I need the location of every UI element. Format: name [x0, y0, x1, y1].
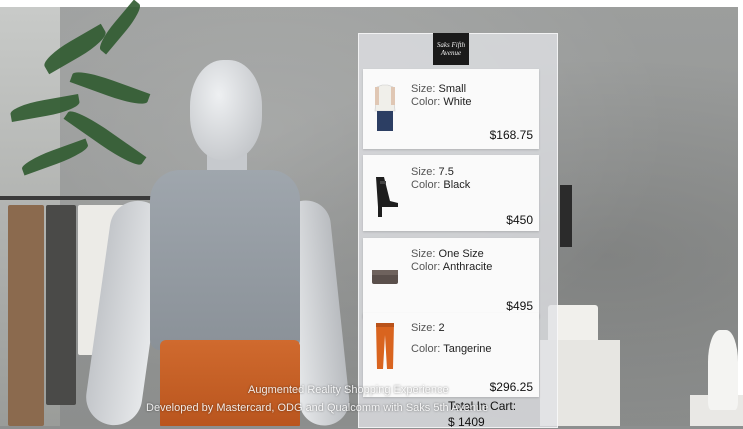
top-border [0, 0, 743, 7]
cart-item-1[interactable]: Size: Small Color: White $168.75 [363, 69, 539, 149]
caption-line-1: Augmented Reality Shopping Experience [248, 384, 449, 396]
saks-logo: Saks Fifth Avenue [433, 33, 469, 65]
cart-item-1-price: $168.75 [489, 128, 533, 142]
cart-item-2[interactable]: Size: 7.5 Color: Black $450 [363, 155, 539, 231]
white-blouse-icon [374, 84, 396, 131]
hanging-dark-garment [46, 205, 76, 405]
black-sandal-icon [376, 177, 398, 217]
right-border [738, 0, 743, 426]
cat-figurine [708, 330, 738, 410]
cart-item-2-price: $450 [506, 213, 533, 227]
gray-blouse [150, 170, 300, 350]
cart-item-3-price: $495 [506, 299, 533, 313]
wall-panel [560, 185, 572, 247]
cart-item-3-size: Size: One Size [411, 248, 484, 260]
mannequin-head [190, 60, 262, 160]
caption-line-2: Developed by Mastercard, ODG and Qualcom… [146, 402, 489, 414]
cart-item-3[interactable]: Size: One Size Color: Anthracite $495 [363, 238, 539, 318]
cart-total-value: $ 1409 [448, 415, 485, 429]
hanging-pants [8, 205, 44, 426]
clutch-bag-icon [372, 270, 398, 284]
cart-item-2-size: Size: 7.5 [411, 166, 454, 178]
cart-item-2-color: Color: Black [411, 179, 471, 191]
cart-item-4-size: Size: 2 [411, 322, 445, 334]
cart-item-1-color: Color: White [411, 96, 472, 108]
cart-item-3-color: Color: Anthracite [411, 261, 493, 273]
cart-item-4-color: Color: Tangerine [411, 343, 492, 355]
cart-item-1-size: Size: Small [411, 83, 467, 95]
orange-pants-icon [376, 323, 394, 369]
clothing-rack [0, 196, 170, 200]
cart-item-4-price: $296.25 [489, 380, 533, 394]
